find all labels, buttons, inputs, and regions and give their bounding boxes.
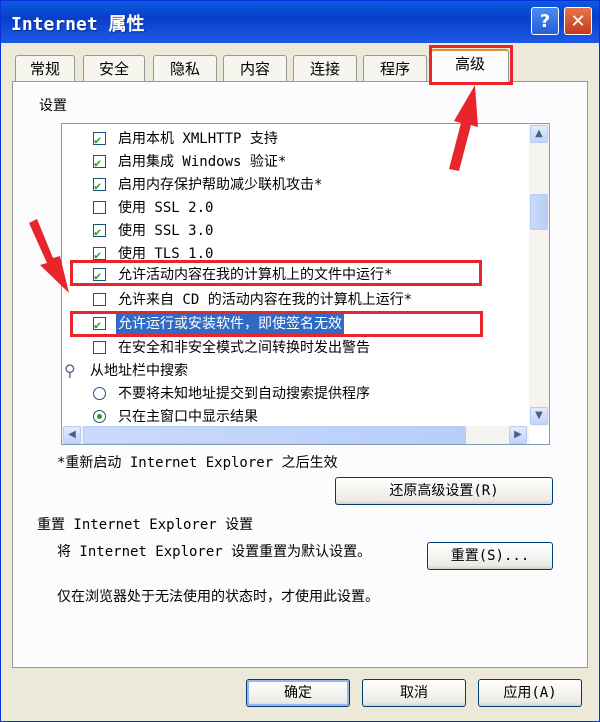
ok-button[interactable]: 确定 — [246, 679, 350, 707]
radio-button[interactable] — [93, 410, 106, 423]
checkbox[interactable] — [93, 201, 106, 214]
reset-button[interactable]: 重置(S)... — [427, 542, 553, 570]
cancel-button[interactable]: 取消 — [362, 679, 466, 707]
internet-options-dialog: Internet 属性 ? ✕ 常规 安全 隐私 内容 连接 程序 高级 设置 … — [0, 0, 600, 722]
vertical-scrollbar[interactable]: ▲ ▼ — [529, 124, 549, 426]
restore-advanced-button[interactable]: 还原高级设置(R) — [335, 477, 553, 505]
reset-description: 将 Internet Explorer 设置重置为默认设置。 — [57, 544, 372, 560]
checkbox[interactable] — [93, 341, 106, 354]
checkbox[interactable] — [93, 175, 106, 197]
tab-connections[interactable]: 连接 — [293, 55, 357, 81]
checkbox[interactable] — [93, 314, 106, 336]
checkbox[interactable] — [93, 244, 106, 266]
scroll-thumb-horizontal[interactable] — [83, 426, 466, 444]
checkbox[interactable] — [93, 293, 106, 306]
radio-button[interactable] — [93, 387, 106, 400]
help-button[interactable]: ? — [531, 7, 559, 35]
settings-list: 启用本机 XMLHTTP 支持 启用集成 Windows 验证* 启用内存保护帮… — [61, 123, 550, 445]
tab-content[interactable]: 内容 — [223, 55, 287, 81]
scroll-down-button[interactable]: ▼ — [530, 407, 548, 425]
scroll-left-button[interactable]: ◀ — [63, 426, 81, 444]
tab-programs[interactable]: 程序 — [363, 55, 427, 81]
close-button[interactable]: ✕ — [564, 7, 592, 35]
tab-advanced[interactable]: 高级 — [431, 49, 509, 83]
reset-note: 仅在浏览器处于无法使用的状态时，才使用此设置。 — [57, 589, 379, 605]
settings-group-label: 设置 — [39, 98, 67, 114]
title-bar: Internet 属性 ? ✕ — [1, 1, 599, 43]
checkbox[interactable] — [93, 129, 106, 151]
tab-security[interactable]: 安全 — [83, 55, 145, 81]
reset-section-title: 重置 Internet Explorer 设置 — [37, 517, 254, 533]
scroll-right-button[interactable]: ▶ — [509, 426, 527, 444]
window-title: Internet 属性 — [11, 14, 145, 35]
restart-note: *重新启动 Internet Explorer 之后生效 — [57, 455, 338, 471]
tab-general[interactable]: 常规 — [15, 55, 75, 81]
search-icon: ⚲ — [64, 361, 76, 380]
horizontal-scrollbar[interactable]: ◀ ▶ — [62, 426, 529, 444]
checkbox[interactable] — [93, 221, 106, 243]
scroll-thumb[interactable] — [530, 194, 548, 230]
scroll-up-button[interactable]: ▲ — [530, 125, 548, 143]
apply-button[interactable]: 应用(A) — [478, 679, 582, 707]
tab-privacy[interactable]: 隐私 — [153, 55, 217, 81]
checkbox[interactable] — [93, 265, 106, 287]
checkbox[interactable] — [93, 152, 106, 174]
